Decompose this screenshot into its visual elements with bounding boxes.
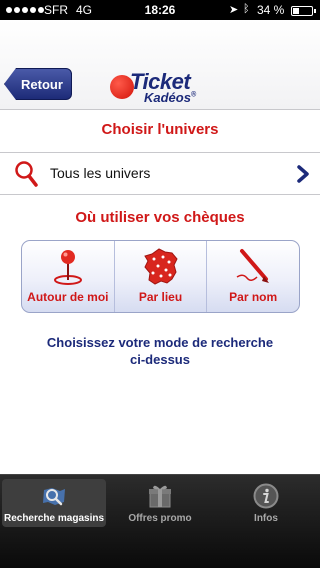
pencil-icon (236, 249, 270, 283)
tab-bar: Recherche magasins Offres promo Infos (0, 474, 320, 568)
logo-kadeos-text: Kadéos® (144, 90, 197, 105)
info-icon (253, 483, 279, 509)
univers-selected-label: Tous les univers (50, 165, 151, 181)
bluetooth-icon: ᛒ (243, 3, 250, 15)
cheques-title: Où utiliser vos chèques (75, 209, 245, 226)
tab-recherche-magasins[interactable]: Recherche magasins (2, 479, 106, 527)
location-arrow-icon: ➤ (229, 4, 239, 16)
tab-label: Recherche magasins (3, 513, 105, 524)
map-pin-icon (53, 250, 82, 285)
by-name-label: Par nom (229, 290, 278, 304)
back-button[interactable]: Retour (4, 68, 72, 100)
by-name-button[interactable]: Par nom (207, 241, 299, 312)
gift-icon (149, 485, 171, 508)
battery-icon (291, 6, 316, 16)
tab-infos[interactable]: Infos (214, 479, 318, 527)
divider (0, 194, 320, 195)
tab-label: Offres promo (128, 513, 192, 524)
store-search-icon (43, 488, 65, 506)
around-me-button[interactable]: Autour de moi (22, 241, 115, 312)
instruction-line-2: ci-dessus (130, 352, 190, 367)
by-place-label: Par lieu (138, 290, 183, 304)
navigation-header: Retour Ticket Kadéos® (0, 20, 320, 110)
battery-percent: 34 % (257, 3, 285, 17)
tab-offres-promo[interactable]: Offres promo (108, 479, 212, 527)
by-place-button[interactable]: Par lieu (115, 241, 208, 312)
instruction-line-1: Choisissez votre mode de recherche (46, 335, 274, 350)
chevron-right-icon (297, 165, 309, 183)
tab-label: Infos (254, 513, 278, 524)
around-me-label: Autour de moi (27, 290, 109, 304)
status-bar: SFR 4G 18:26 ➤ ᛒ 34 % (0, 0, 320, 20)
univers-title: Choisir l'univers (101, 121, 219, 138)
ticket-kadeos-logo: Ticket Kadéos® (110, 67, 210, 107)
france-map-icon (143, 248, 178, 285)
instruction-text: Choisissez votre mode de recherche ci-de… (0, 334, 320, 368)
battery-level (293, 8, 299, 14)
search-mode-segmented-control: Autour de moi Par lieu Par nom (21, 240, 300, 313)
univers-selector-row[interactable]: Tous les univers (0, 153, 320, 194)
search-icon (15, 161, 38, 187)
